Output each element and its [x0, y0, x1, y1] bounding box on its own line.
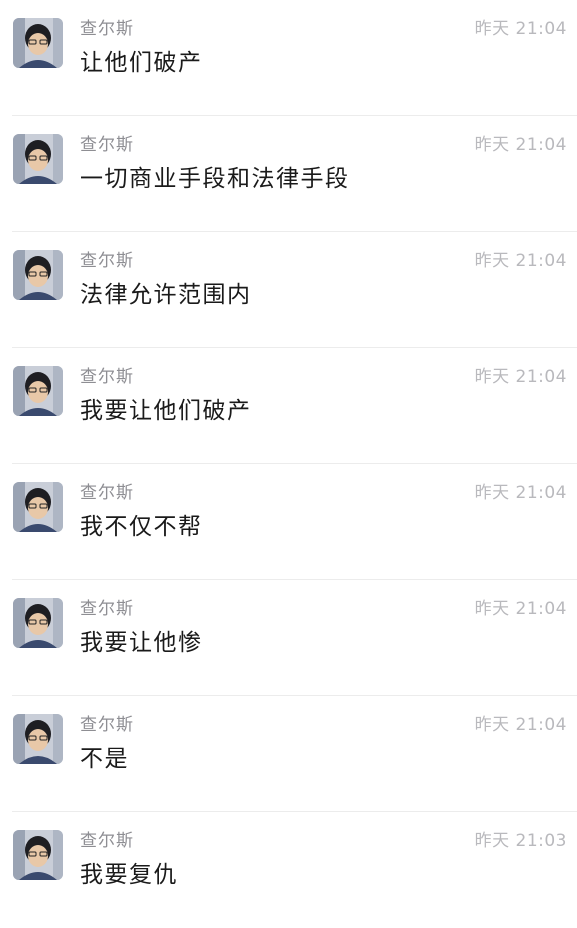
message-row[interactable]: 查尔斯 昨天 21:04 让他们破产: [0, 0, 577, 116]
avatar[interactable]: [13, 482, 63, 532]
avatar[interactable]: [13, 366, 63, 416]
message-row[interactable]: 查尔斯 昨天 21:04 我不仅不帮: [0, 464, 577, 580]
message-timestamp: 昨天 21:04: [474, 599, 567, 619]
message-text: 一切商业手段和法律手段: [80, 166, 350, 192]
message-text: 不是: [80, 746, 129, 772]
avatar[interactable]: [13, 830, 63, 880]
message-text: 我要让他惨: [80, 630, 203, 656]
sender-name: 查尔斯: [80, 715, 134, 735]
message-text: 我要复仇: [80, 862, 178, 888]
avatar-icon: [13, 830, 63, 880]
message-row[interactable]: 查尔斯 昨天 21:04 不是: [0, 696, 577, 812]
message-text: 法律允许范围内: [80, 282, 252, 308]
message-text: 我不仅不帮: [80, 514, 203, 540]
sender-name: 查尔斯: [80, 367, 134, 387]
message-timestamp: 昨天 21:04: [474, 715, 567, 735]
sender-name: 查尔斯: [80, 251, 134, 271]
avatar-icon: [13, 598, 63, 648]
message-list: 查尔斯 昨天 21:04 让他们破产 查尔斯 昨天 21:04 一切商业手段和法…: [0, 0, 577, 928]
message-text: 让他们破产: [80, 50, 203, 76]
sender-name: 查尔斯: [80, 19, 134, 39]
message-row[interactable]: 查尔斯 昨天 21:03 我要复仇: [0, 812, 577, 928]
avatar-icon: [13, 714, 63, 764]
message-timestamp: 昨天 21:04: [474, 251, 567, 271]
message-timestamp: 昨天 21:04: [474, 367, 567, 387]
avatar[interactable]: [13, 134, 63, 184]
message-timestamp: 昨天 21:04: [474, 483, 567, 503]
avatar-icon: [13, 250, 63, 300]
avatar-icon: [13, 134, 63, 184]
message-row[interactable]: 查尔斯 昨天 21:04 我要让他们破产: [0, 348, 577, 464]
avatar[interactable]: [13, 18, 63, 68]
avatar[interactable]: [13, 250, 63, 300]
message-row[interactable]: 查尔斯 昨天 21:04 一切商业手段和法律手段: [0, 116, 577, 232]
message-text: 我要让他们破产: [80, 398, 252, 424]
message-timestamp: 昨天 21:03: [474, 831, 567, 851]
message-row[interactable]: 查尔斯 昨天 21:04 我要让他惨: [0, 580, 577, 696]
sender-name: 查尔斯: [80, 831, 134, 851]
message-timestamp: 昨天 21:04: [474, 135, 567, 155]
message-timestamp: 昨天 21:04: [474, 19, 567, 39]
avatar-icon: [13, 482, 63, 532]
avatar-icon: [13, 18, 63, 68]
avatar-icon: [13, 366, 63, 416]
avatar[interactable]: [13, 598, 63, 648]
sender-name: 查尔斯: [80, 135, 134, 155]
sender-name: 查尔斯: [80, 483, 134, 503]
message-row[interactable]: 查尔斯 昨天 21:04 法律允许范围内: [0, 232, 577, 348]
avatar[interactable]: [13, 714, 63, 764]
sender-name: 查尔斯: [80, 599, 134, 619]
